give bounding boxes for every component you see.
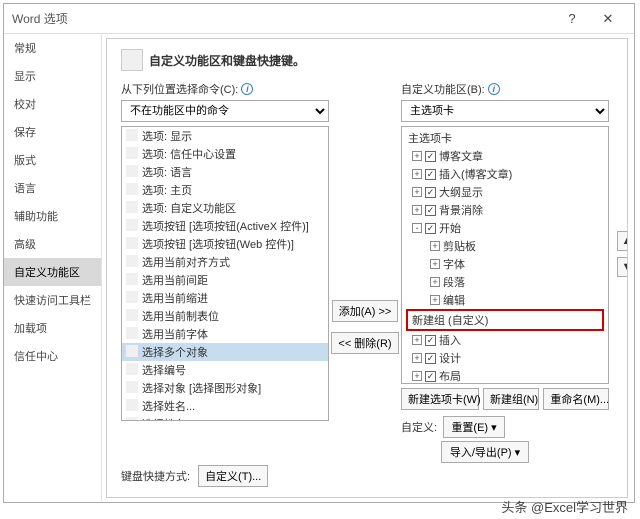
transfer-buttons: 添加(A) >> << 删除(R)	[335, 81, 395, 463]
list-item[interactable]: 选择姓名...	[122, 397, 328, 415]
ribbon-label: 自定义功能区(B): i	[401, 81, 609, 97]
help-button[interactable]: ?	[554, 11, 590, 26]
commands-source-combo[interactable]: 不在功能区中的命令	[121, 100, 329, 122]
sidebar-item[interactable]: 自定义功能区	[4, 258, 101, 286]
keyboard-shortcut-row: 键盘快捷方式: 自定义(T)...	[121, 465, 268, 487]
close-button[interactable]: ✕	[590, 11, 626, 27]
list-item[interactable]: 选用当前间距	[122, 271, 328, 289]
header-text: 自定义功能区和键盘快捷键。	[149, 52, 305, 69]
info-icon[interactable]: i	[488, 83, 500, 95]
list-item[interactable]: 选项: 信任中心设置	[122, 145, 328, 163]
window-title: Word 选项	[12, 10, 554, 27]
sidebar-item[interactable]: 加载项	[4, 314, 101, 342]
header: 自定义功能区和键盘快捷键。	[121, 49, 615, 71]
sidebar-item[interactable]: 显示	[4, 62, 101, 90]
tree-item[interactable]: -✓开始	[402, 219, 608, 237]
ribbon-scope-combo[interactable]: 主选项卡	[401, 100, 609, 122]
ribbon-icon	[121, 49, 143, 71]
sidebar-item[interactable]: 版式	[4, 146, 101, 174]
tree-item[interactable]: +✓博客文章	[402, 147, 608, 165]
sidebar-item[interactable]: 信任中心	[4, 342, 101, 370]
new-group-button[interactable]: 新建组(N)	[483, 388, 539, 410]
tree-item[interactable]: +✓设计	[402, 349, 608, 367]
tree-item[interactable]: +编辑	[402, 291, 608, 309]
list-item[interactable]: 选用当前缩进	[122, 289, 328, 307]
tree-root[interactable]: 主选项卡	[402, 129, 608, 147]
ribbon-tree[interactable]: 主选项卡+✓博客文章+✓插入(博客文章)+✓大纲显示+✓背景消除-✓开始+剪贴板…	[401, 126, 609, 384]
list-item[interactable]: 选项按钮 [选项按钮(Web 控件)]	[122, 235, 328, 253]
tree-item[interactable]: +✓插入(博客文章)	[402, 165, 608, 183]
tree-item[interactable]: +✓大纲显示	[402, 183, 608, 201]
options-dialog: Word 选项 ? ✕ 常规显示校对保存版式语言辅助功能高级自定义功能区快速访问…	[3, 3, 635, 503]
list-item[interactable]: 选用当前对齐方式	[122, 253, 328, 271]
custom-row: 自定义: 重置(E) ▾	[401, 416, 609, 438]
content-panel: 自定义功能区和键盘快捷键。 从下列位置选择命令(C): i 不在功能区中的命令 …	[106, 38, 628, 498]
commands-column: 从下列位置选择命令(C): i 不在功能区中的命令 选项: 显示选项: 信任中心…	[121, 81, 329, 463]
list-item[interactable]: 选项: 语言	[122, 163, 328, 181]
info-icon[interactable]: i	[241, 83, 253, 95]
customize-shortcuts-button[interactable]: 自定义(T)...	[198, 465, 268, 487]
list-item[interactable]: 选择对象 [选择图形对象]	[122, 379, 328, 397]
list-item[interactable]: 选择姓名	[122, 415, 328, 421]
sidebar-item[interactable]: 语言	[4, 174, 101, 202]
import-export-button[interactable]: 导入/导出(P) ▾	[441, 441, 529, 463]
tree-item[interactable]: +✓插入	[402, 331, 608, 349]
list-item[interactable]: 选择编号	[122, 361, 328, 379]
reorder-arrows: ▲ ▼	[617, 231, 628, 277]
new-tab-button[interactable]: 新建选项卡(W)	[401, 388, 479, 410]
tree-item[interactable]: +段落	[402, 273, 608, 291]
tree-ops: 新建选项卡(W) 新建组(N) 重命名(M)...	[401, 388, 609, 410]
rename-button[interactable]: 重命名(M)...	[543, 388, 609, 410]
move-up-button[interactable]: ▲	[617, 231, 628, 251]
remove-button[interactable]: << 删除(R)	[331, 332, 398, 354]
commands-list[interactable]: 选项: 显示选项: 信任中心设置选项: 语言选项: 主页选项: 自定义功能区选项…	[121, 126, 329, 421]
tree-item[interactable]: +字体	[402, 255, 608, 273]
tree-item[interactable]: +剪贴板	[402, 237, 608, 255]
tree-item[interactable]: +✓布局	[402, 367, 608, 384]
list-item[interactable]: 选项按钮 [选项按钮(ActiveX 控件)]	[122, 217, 328, 235]
commands-label: 从下列位置选择命令(C): i	[121, 81, 329, 97]
watermark: 头条 @Excel学习世界	[501, 497, 628, 516]
list-item[interactable]: 选项: 显示	[122, 127, 328, 145]
reset-button[interactable]: 重置(E) ▾	[443, 416, 505, 438]
sidebar-item[interactable]: 常规	[4, 34, 101, 62]
import-row: 导入/导出(P) ▾	[401, 441, 609, 463]
list-item[interactable]: 选项: 主页	[122, 181, 328, 199]
tree-item-selected[interactable]: 新建组 (自定义)	[406, 309, 604, 331]
sidebar-item[interactable]: 校对	[4, 90, 101, 118]
move-down-button[interactable]: ▼	[617, 257, 628, 277]
sidebar: 常规显示校对保存版式语言辅助功能高级自定义功能区快速访问工具栏加载项信任中心	[4, 34, 102, 502]
sidebar-item[interactable]: 辅助功能	[4, 202, 101, 230]
sidebar-item[interactable]: 高级	[4, 230, 101, 258]
ribbon-column: 自定义功能区(B): i 主选项卡 主选项卡+✓博客文章+✓插入(博客文章)+✓…	[401, 81, 609, 463]
list-item[interactable]: 选项: 自定义功能区	[122, 199, 328, 217]
tree-item[interactable]: +✓背景消除	[402, 201, 608, 219]
list-item[interactable]: 选用当前字体	[122, 325, 328, 343]
main-area: 常规显示校对保存版式语言辅助功能高级自定义功能区快速访问工具栏加载项信任中心 自…	[4, 34, 634, 502]
list-item[interactable]: 选择多个对象	[122, 343, 328, 361]
sidebar-item[interactable]: 快速访问工具栏	[4, 286, 101, 314]
add-button[interactable]: 添加(A) >>	[332, 300, 399, 322]
sidebar-item[interactable]: 保存	[4, 118, 101, 146]
list-item[interactable]: 选用当前制表位	[122, 307, 328, 325]
titlebar: Word 选项 ? ✕	[4, 4, 634, 34]
